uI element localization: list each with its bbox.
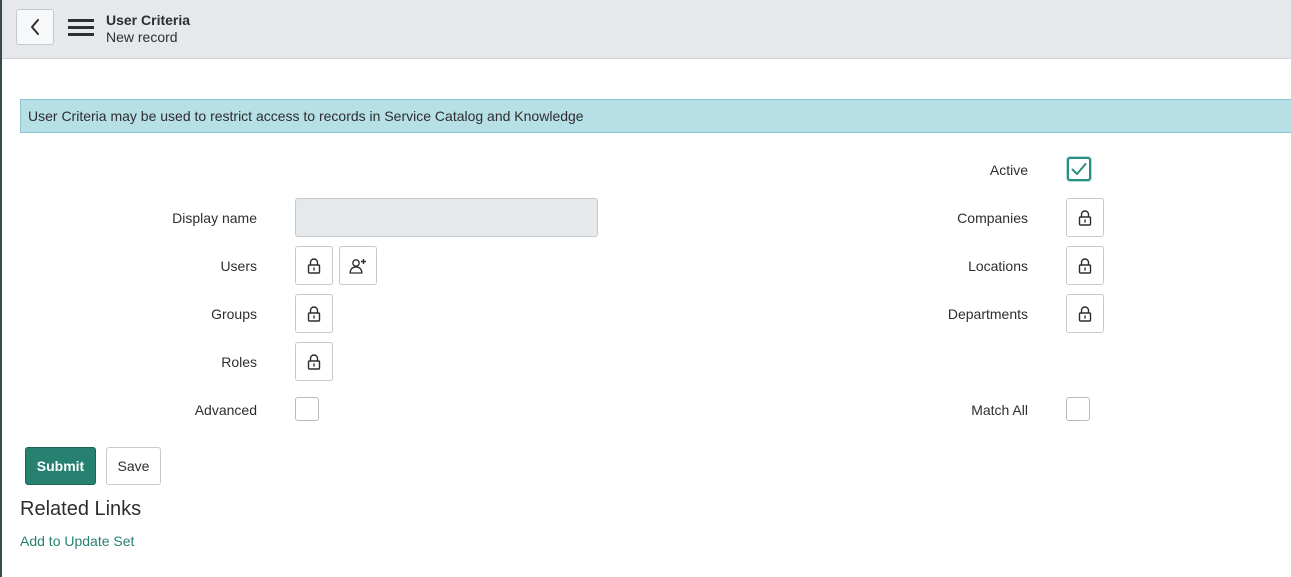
users-label: Users: [220, 258, 257, 274]
departments-label: Departments: [947, 306, 1028, 322]
match-all-checkbox[interactable]: [1066, 397, 1090, 421]
users-lock-button[interactable]: [295, 246, 333, 285]
checkmark-icon: [1071, 163, 1087, 175]
lock-icon: [307, 353, 321, 370]
advanced-label: Advanced: [194, 402, 257, 418]
match-all-label: Match All: [971, 402, 1028, 418]
active-label: Active: [989, 162, 1028, 178]
info-banner: User Criteria may be used to restrict ac…: [20, 99, 1291, 133]
hamburger-menu-icon[interactable]: [68, 18, 94, 38]
locations-label: Locations: [968, 258, 1028, 274]
add-user-icon: [349, 258, 366, 274]
submit-button[interactable]: Submit: [25, 447, 96, 485]
form-header: User Criteria New record: [2, 0, 1291, 59]
chevron-left-icon: [31, 19, 39, 35]
page-subtitle: New record: [106, 29, 178, 45]
lock-icon: [1078, 209, 1092, 226]
groups-label: Groups: [211, 306, 257, 322]
display-name-input[interactable]: [295, 198, 598, 237]
save-button[interactable]: Save: [106, 447, 161, 485]
lock-icon: [1078, 305, 1092, 322]
advanced-checkbox[interactable]: [295, 397, 319, 421]
departments-lock-button[interactable]: [1066, 294, 1104, 333]
companies-label: Companies: [957, 210, 1028, 226]
related-links-heading: Related Links: [20, 498, 142, 520]
page-title: User Criteria: [106, 12, 191, 28]
add-to-update-set-link[interactable]: Add to Update Set: [20, 532, 134, 550]
lock-icon: [1078, 257, 1092, 274]
back-button[interactable]: [16, 9, 54, 45]
lock-icon: [307, 257, 321, 274]
active-checkbox[interactable]: [1067, 157, 1091, 181]
lock-icon: [307, 305, 321, 322]
display-name-label: Display name: [172, 210, 257, 226]
locations-lock-button[interactable]: [1066, 246, 1104, 285]
companies-lock-button[interactable]: [1066, 198, 1104, 237]
add-me-button[interactable]: [339, 246, 377, 285]
roles-label: Roles: [221, 354, 257, 370]
roles-lock-button[interactable]: [295, 342, 333, 381]
groups-lock-button[interactable]: [295, 294, 333, 333]
